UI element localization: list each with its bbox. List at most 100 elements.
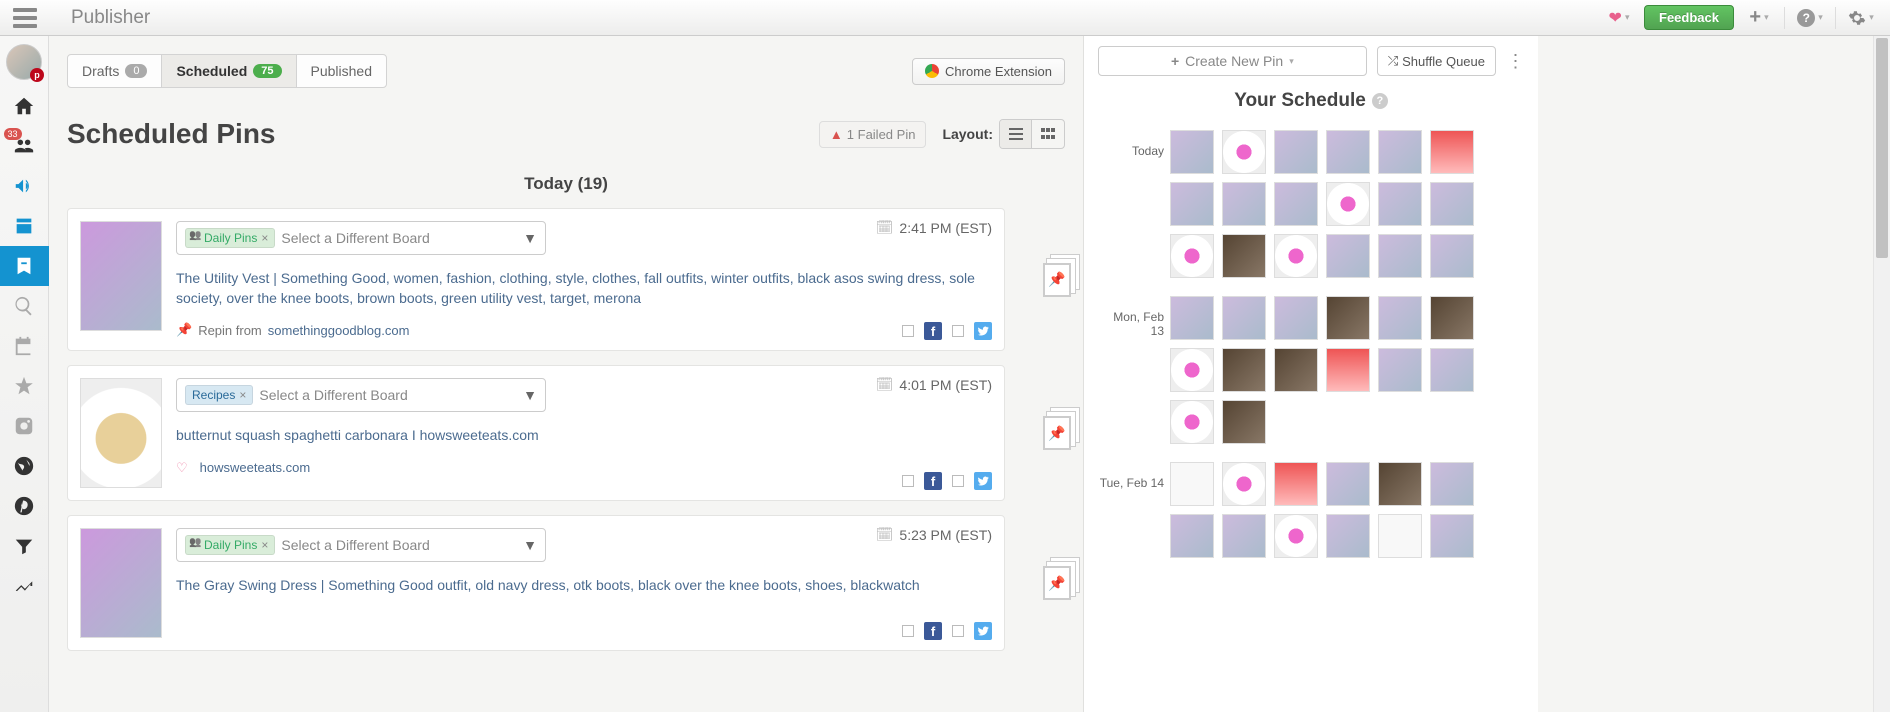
menu-button[interactable]	[0, 0, 49, 36]
schedule-thumb[interactable]	[1274, 130, 1318, 174]
board-tag[interactable]: Daily Pins×	[185, 228, 275, 248]
schedule-thumb[interactable]	[1430, 182, 1474, 226]
share-checkbox-2[interactable]	[952, 325, 964, 337]
schedule-thumb[interactable]	[1430, 296, 1474, 340]
schedule-thumb[interactable]	[1326, 130, 1370, 174]
favorites-button[interactable]: ❤▾	[1602, 4, 1636, 32]
schedule-thumb[interactable]	[1326, 234, 1370, 278]
schedule-thumb[interactable]	[1378, 182, 1422, 226]
user-avatar[interactable]	[6, 44, 42, 80]
nav-instagram[interactable]	[0, 406, 49, 446]
pin-thumbnail[interactable]	[80, 378, 162, 488]
facebook-icon[interactable]: f	[924, 322, 942, 340]
nav-calendar[interactable]	[0, 326, 49, 366]
pin-description[interactable]: The Gray Swing Dress | Something Good ou…	[176, 576, 992, 596]
pin-thumbnail[interactable]	[80, 528, 162, 638]
schedule-thumb[interactable]	[1170, 182, 1214, 226]
create-pin-button[interactable]: +Create New Pin▾	[1098, 46, 1367, 76]
board-selector[interactable]: Daily Pins× Select a Different Board ▼	[176, 528, 546, 562]
schedule-thumb[interactable]	[1170, 514, 1214, 558]
nav-trending[interactable]	[0, 566, 49, 606]
share-checkbox-2[interactable]	[952, 475, 964, 487]
tab-published[interactable]: Published	[297, 55, 387, 87]
board-tag[interactable]: Recipes×	[185, 385, 253, 405]
schedule-thumb[interactable]	[1222, 462, 1266, 506]
share-checkbox-1[interactable]	[902, 475, 914, 487]
pin-description[interactable]: butternut squash spaghetti carbonara I h…	[176, 426, 992, 446]
schedule-thumb[interactable]	[1326, 182, 1370, 226]
tab-scheduled[interactable]: Scheduled75	[162, 55, 296, 87]
add-button[interactable]: +▾	[1742, 4, 1776, 32]
pin-thumbnail[interactable]	[80, 221, 162, 331]
twitter-icon[interactable]	[974, 322, 992, 340]
scrollbar-thumb[interactable]	[1876, 38, 1888, 258]
pin-time[interactable]: 🗓5:23 PM (EST)	[876, 526, 992, 543]
schedule-thumb[interactable]	[1326, 348, 1370, 392]
schedule-thumb[interactable]	[1378, 234, 1422, 278]
nav-publisher[interactable]	[0, 206, 49, 246]
feedback-button[interactable]: Feedback	[1644, 5, 1734, 30]
schedule-thumb[interactable]	[1326, 462, 1370, 506]
pin-time[interactable]: 🗓2:41 PM (EST)	[876, 219, 992, 236]
schedule-thumb[interactable]	[1222, 234, 1266, 278]
schedule-thumb[interactable]	[1170, 296, 1214, 340]
schedule-thumb[interactable]	[1430, 348, 1474, 392]
nav-announce[interactable]	[0, 166, 49, 206]
schedule-thumb[interactable]	[1222, 130, 1266, 174]
schedule-thumb[interactable]	[1274, 182, 1318, 226]
schedule-menu-button[interactable]: ⋮	[1506, 51, 1524, 72]
chrome-extension-button[interactable]: Chrome Extension	[912, 58, 1065, 85]
pin-stack-button[interactable]: 📌	[1043, 566, 1071, 600]
remove-tag-button[interactable]: ×	[239, 388, 246, 402]
help-button[interactable]: ?▾	[1793, 4, 1827, 32]
schedule-thumb[interactable]	[1170, 130, 1214, 174]
schedule-thumb[interactable]	[1274, 462, 1318, 506]
twitter-icon[interactable]	[974, 472, 992, 490]
facebook-icon[interactable]: f	[924, 472, 942, 490]
schedule-thumb[interactable]	[1274, 514, 1318, 558]
schedule-thumb[interactable]	[1170, 348, 1214, 392]
pin-stack-button[interactable]: 📌	[1043, 416, 1071, 450]
schedule-thumb[interactable]	[1274, 296, 1318, 340]
nav-globe[interactable]	[0, 446, 49, 486]
schedule-thumb[interactable]	[1378, 348, 1422, 392]
nav-pinterest[interactable]	[0, 486, 49, 526]
schedule-thumb[interactable]	[1326, 296, 1370, 340]
schedule-thumb[interactable]	[1378, 462, 1422, 506]
schedule-thumb[interactable]	[1430, 234, 1474, 278]
share-checkbox-1[interactable]	[902, 625, 914, 637]
nav-active[interactable]	[0, 246, 49, 286]
twitter-icon[interactable]	[974, 622, 992, 640]
pin-time[interactable]: 🗓4:01 PM (EST)	[876, 376, 992, 393]
tab-drafts[interactable]: Drafts0	[68, 55, 162, 87]
nav-filter[interactable]	[0, 526, 49, 566]
scrollbar[interactable]	[1873, 36, 1890, 712]
facebook-icon[interactable]: f	[924, 622, 942, 640]
remove-tag-button[interactable]: ×	[261, 231, 268, 245]
schedule-thumb[interactable]	[1378, 130, 1422, 174]
board-selector[interactable]: Daily Pins× Select a Different Board ▼	[176, 221, 546, 255]
schedule-thumb[interactable]	[1222, 348, 1266, 392]
nav-star[interactable]	[0, 366, 49, 406]
schedule-thumb[interactable]	[1170, 400, 1214, 444]
nav-home[interactable]	[0, 86, 49, 126]
share-checkbox-2[interactable]	[952, 625, 964, 637]
layout-list-button[interactable]	[1000, 120, 1032, 148]
share-checkbox-1[interactable]	[902, 325, 914, 337]
schedule-thumb[interactable]	[1222, 514, 1266, 558]
schedule-thumb[interactable]	[1222, 182, 1266, 226]
schedule-thumb[interactable]	[1222, 296, 1266, 340]
failed-pin-button[interactable]: ▲1 Failed Pin	[819, 121, 927, 148]
settings-button[interactable]: ▾	[1844, 4, 1878, 32]
schedule-thumb[interactable]	[1430, 514, 1474, 558]
schedule-thumb[interactable]	[1170, 234, 1214, 278]
schedule-thumb[interactable]	[1222, 400, 1266, 444]
shuffle-queue-button[interactable]: ⤮Shuffle Queue	[1377, 46, 1496, 76]
remove-tag-button[interactable]: ×	[261, 538, 268, 552]
schedule-thumb[interactable]	[1430, 130, 1474, 174]
schedule-thumb[interactable]	[1274, 348, 1318, 392]
schedule-thumb[interactable]	[1326, 514, 1370, 558]
layout-grid-button[interactable]	[1032, 120, 1064, 148]
help-icon[interactable]: ?	[1372, 93, 1388, 109]
board-tag[interactable]: Daily Pins×	[185, 535, 275, 555]
